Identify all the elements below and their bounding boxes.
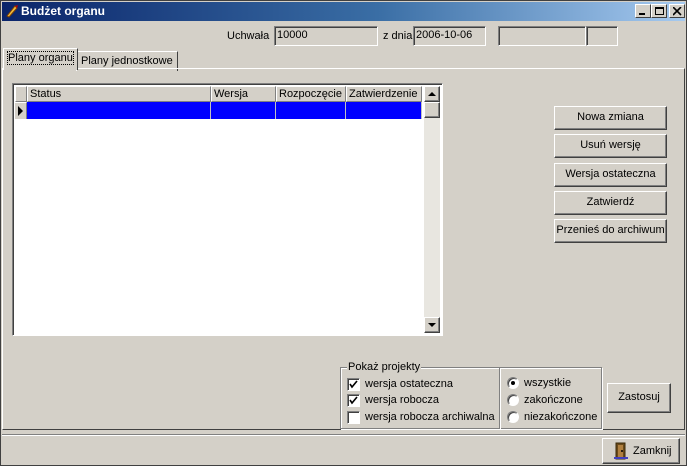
radio-not-completed[interactable]: [507, 411, 519, 423]
resolution-field[interactable]: 10000: [274, 26, 378, 46]
radio-all[interactable]: [507, 377, 519, 389]
scroll-thumb[interactable]: [424, 102, 440, 118]
extra-field-2: [586, 26, 618, 46]
window-title: Budżet organu: [21, 4, 105, 18]
column-header-status[interactable]: Status: [27, 86, 211, 102]
close-button[interactable]: Zamknij: [602, 438, 680, 464]
radio-label: zakończone: [524, 394, 583, 406]
app-icon: [4, 3, 20, 19]
footer-bar: [2, 434, 685, 465]
scroll-up-button[interactable]: [424, 86, 440, 102]
approve-button[interactable]: Zatwierdź: [554, 191, 667, 215]
checkbox-archived-working-version[interactable]: [347, 411, 360, 424]
checkmark-icon: [349, 380, 358, 389]
scroll-down-button[interactable]: [424, 317, 440, 333]
radio-completed[interactable]: [507, 394, 519, 406]
resolution-label: Uchwała: [227, 30, 270, 42]
group-title: Pokaż projekty: [347, 361, 422, 373]
close-window-button[interactable]: [669, 4, 685, 18]
tab-plany-organu[interactable]: Plany organu: [3, 48, 78, 70]
date-label: z dnia: [383, 30, 413, 42]
new-change-button[interactable]: Nowa zmiana: [554, 106, 667, 130]
door-icon: [613, 442, 629, 463]
table-cell[interactable]: [211, 102, 276, 119]
close-icon: [673, 7, 682, 16]
archive-button[interactable]: Przenieś do archiwum: [554, 219, 667, 243]
column-header-rozpoczecie[interactable]: Rozpoczęcie: [276, 86, 346, 102]
final-version-button[interactable]: Wersja ostateczna: [554, 163, 667, 187]
maximize-icon: [655, 7, 664, 15]
extra-field-1: [498, 26, 586, 46]
delete-version-button[interactable]: Usuń wersję: [554, 134, 667, 158]
maximize-button[interactable]: [651, 4, 667, 18]
checkmark-icon: [349, 396, 358, 405]
column-header-wersja[interactable]: Wersja: [211, 86, 276, 102]
plans-grid[interactable]: Status Wersja Rozpoczęcie Zatwierdzenie: [12, 83, 443, 336]
radio-label: wszystkie: [524, 377, 572, 389]
group-divider: [499, 367, 500, 429]
apply-button[interactable]: Zastosuj: [607, 383, 671, 413]
row-pointer-icon: [18, 106, 23, 116]
table-cell[interactable]: [27, 102, 211, 119]
date-field[interactable]: 2006-10-06: [413, 26, 486, 46]
arrow-up-icon: [428, 92, 436, 96]
column-header-zatwierdzenie[interactable]: Zatwierdzenie: [346, 86, 422, 102]
table-row[interactable]: [15, 102, 422, 119]
checkbox-label: wersja robocza archiwalna: [365, 411, 495, 423]
minimize-icon: [639, 13, 645, 15]
checkbox-label: wersja robocza: [365, 394, 439, 406]
grid-header: Status Wersja Rozpoczęcie Zatwierdzenie: [15, 86, 422, 102]
grid-corner: [15, 86, 27, 102]
radio-label: niezakończone: [524, 411, 598, 423]
minimize-button[interactable]: [635, 4, 651, 18]
checkbox-label: wersja ostateczna: [365, 378, 454, 390]
checkbox-final-version[interactable]: [347, 378, 360, 391]
title-bar[interactable]: Budżet organu: [2, 2, 685, 21]
vertical-scrollbar[interactable]: [424, 86, 440, 333]
arrow-down-icon: [428, 323, 436, 327]
close-label: Zamknij: [633, 445, 672, 457]
checkbox-working-version[interactable]: [347, 394, 360, 407]
tab-label: Plany jednostkowe: [81, 55, 173, 67]
main-window: Budżet organu Uchwała 10000 z dnia 2006-…: [0, 0, 687, 466]
table-cell[interactable]: [276, 102, 346, 119]
tab-label: Plany organu: [7, 51, 74, 65]
row-indicator: [15, 102, 27, 119]
table-cell[interactable]: [346, 102, 422, 119]
